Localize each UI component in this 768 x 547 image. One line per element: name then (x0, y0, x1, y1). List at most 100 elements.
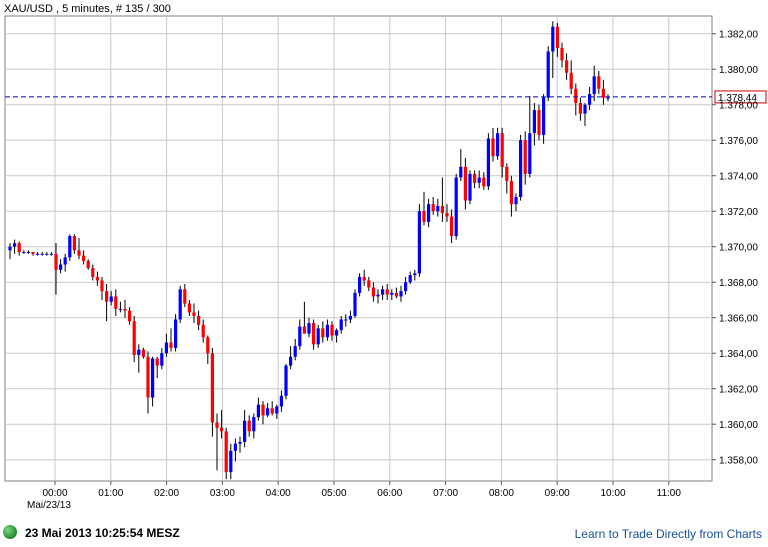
candle (537, 104, 541, 141)
candle-body (31, 252, 35, 254)
candle-body (477, 177, 481, 183)
candle-body (197, 315, 201, 325)
candle-body (118, 308, 122, 310)
y-tick-label: 1.362,00 (719, 385, 758, 396)
candle-body (422, 211, 426, 222)
candle-body (417, 211, 421, 274)
candle-body (551, 26, 555, 52)
candle-body (505, 166, 509, 182)
candle-body (348, 315, 352, 320)
candle-body (565, 60, 569, 73)
candle-body (344, 319, 348, 321)
candle-body (381, 289, 385, 295)
candle-body (583, 104, 587, 114)
candle-body (174, 319, 178, 348)
candle-body (473, 173, 477, 183)
y-tick-label: 1.370,00 (719, 243, 758, 254)
candle-body (164, 342, 168, 354)
candle-body (68, 236, 72, 258)
candle-body (606, 97, 610, 99)
candle-body (289, 356, 293, 366)
candle-body (601, 88, 605, 98)
candle-body (298, 326, 302, 347)
y-tick-label: 1.378,00 (719, 101, 758, 112)
y-tick-label: 1.380,00 (719, 65, 758, 76)
candle-body (40, 253, 44, 255)
candle-body (192, 312, 196, 316)
candle-body (155, 358, 159, 366)
candle-body (440, 205, 444, 214)
candle-body (358, 276, 362, 293)
candle-body (491, 138, 495, 157)
candle-body (63, 257, 67, 265)
learn-to-trade-link[interactable]: Learn to Trade Directly from Charts (575, 527, 762, 541)
candle-body (266, 408, 270, 416)
y-tick-label: 1.360,00 (719, 420, 758, 431)
candle-body (532, 110, 536, 134)
candle-body (569, 72, 573, 89)
candle (178, 285, 182, 324)
x-tick-label: 09:00 (545, 488, 570, 499)
candle-body (238, 441, 242, 444)
candle-body (22, 252, 26, 254)
candle-body (408, 275, 412, 283)
candle-body (105, 291, 109, 302)
candle-body (597, 76, 601, 89)
x-tick-label: 10:00 (600, 488, 625, 499)
y-tick-label: 1.374,00 (719, 172, 758, 183)
candle (224, 427, 228, 480)
candlestick-chart: 1.378,44 1.358,001.360,001.362,001.364,0… (4, 3, 767, 511)
candle-body (463, 166, 467, 201)
candle-body (312, 323, 316, 345)
candle-body (86, 260, 90, 269)
candle-body (247, 420, 251, 432)
candle-body (91, 268, 95, 277)
candle-body (201, 324, 205, 338)
y-tick-label: 1.382,00 (719, 30, 758, 41)
y-tick-label: 1.368,00 (719, 278, 758, 289)
y-tick-label: 1.364,00 (719, 349, 758, 360)
x-tick-label: 00:00 (42, 488, 67, 499)
candle-body (109, 296, 113, 302)
candle (417, 204, 421, 277)
candle-body (468, 173, 472, 201)
y-tick-label: 1.376,00 (719, 136, 758, 147)
candle-body (385, 289, 389, 295)
candle-body (486, 138, 490, 187)
candle-body (528, 133, 532, 174)
candle-body (560, 47, 564, 61)
chart-title: XAU/USD , 5 minutes, # 135 / 300 (4, 3, 171, 15)
x-tick-label: 08:00 (489, 488, 514, 499)
candle-body (500, 133, 504, 167)
candle-body (275, 406, 279, 414)
candle (284, 363, 288, 400)
candle-body (229, 450, 233, 473)
candle (519, 134, 523, 201)
candle-body (187, 303, 191, 313)
candle-body (284, 365, 288, 396)
x-tick-label: 04:00 (266, 488, 291, 499)
candle-body (293, 346, 297, 357)
candle-body (427, 204, 431, 222)
candle-body (431, 204, 435, 212)
x-tick-label: 03:00 (210, 488, 235, 499)
candle-body (413, 273, 417, 276)
candle-body (206, 337, 210, 354)
candle-body (371, 287, 375, 297)
candle-body (82, 255, 86, 261)
candle-body (394, 292, 398, 297)
candle-body (542, 97, 546, 135)
candle-body (454, 177, 458, 237)
x-tick-label: 01:00 (98, 488, 123, 499)
candle (353, 289, 357, 318)
candle-body (59, 264, 63, 270)
candle-body (514, 197, 518, 205)
candle-body (307, 323, 311, 334)
candle-body (316, 328, 320, 345)
candle-body (362, 276, 366, 281)
candle-body (252, 417, 256, 432)
x-tick-label: 06:00 (377, 488, 402, 499)
candle (546, 46, 550, 102)
candle-body (220, 427, 224, 432)
candle-body (330, 324, 334, 336)
